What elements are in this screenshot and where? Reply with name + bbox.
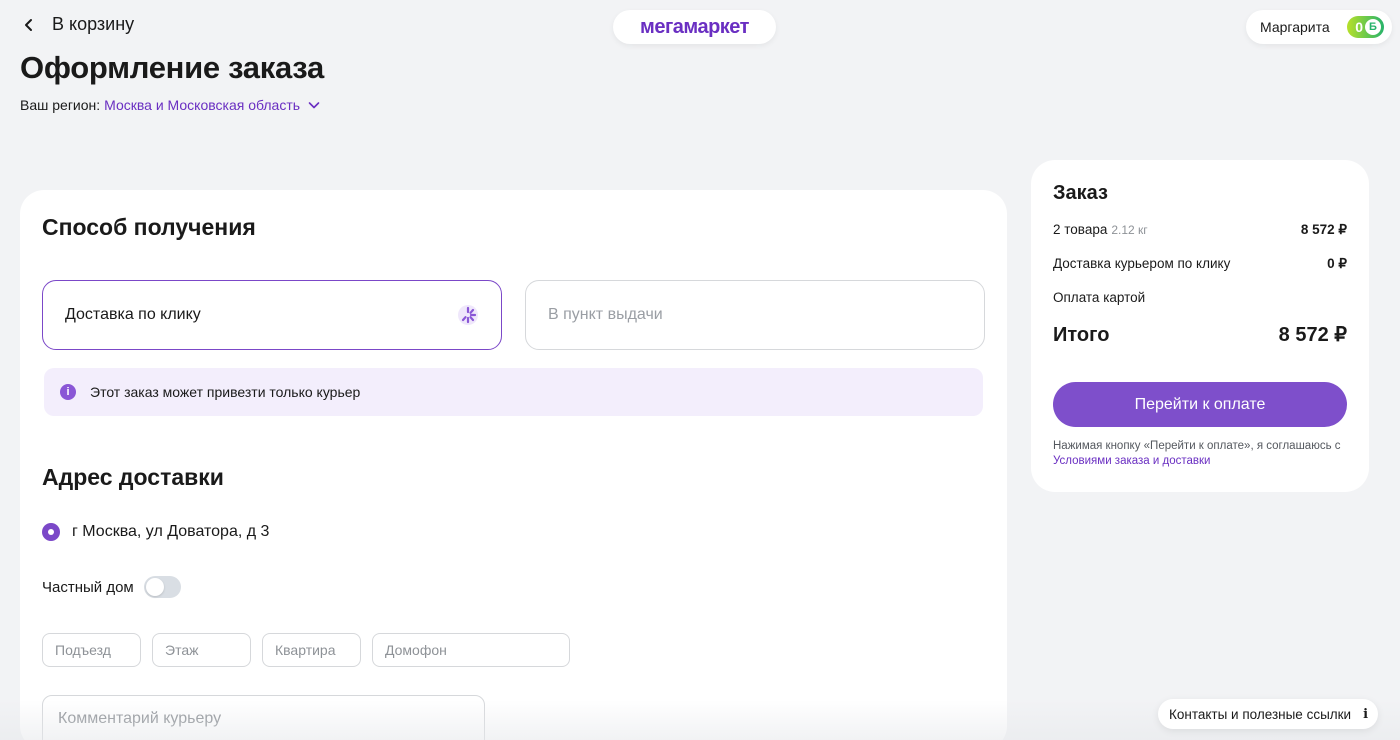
option-label: В пункт выдачи xyxy=(548,306,663,323)
go-to-payment-button[interactable]: Перейти к оплате xyxy=(1053,382,1347,427)
delivery-address-title: Адрес доставки xyxy=(42,464,224,490)
entrance-field[interactable] xyxy=(42,633,141,667)
total-label: Итого xyxy=(1053,324,1110,346)
logo[interactable]: мегамаркет xyxy=(613,10,776,44)
region-dropdown[interactable]: Москва и Московская область xyxy=(104,97,320,113)
user-name: Маргарита xyxy=(1260,19,1330,35)
loading-spinner-icon xyxy=(458,305,478,325)
private-house-row: Частный дом xyxy=(42,576,181,598)
items-label-group: 2 товара 2.12 кг xyxy=(1053,222,1148,237)
delivery-method-title: Способ получения xyxy=(42,214,256,240)
bonus-badge: 0 Б xyxy=(1347,16,1384,38)
region-value: Москва и Московская область xyxy=(104,97,301,113)
delivery-by-click-option[interactable]: Доставка по клику xyxy=(42,280,502,350)
info-icon: i xyxy=(1363,706,1369,722)
floor-field[interactable] xyxy=(152,633,251,667)
page-title: Оформление заказа xyxy=(20,50,324,85)
items-price: 8 572 ₽ xyxy=(1300,222,1347,237)
contacts-label: Контакты и полезные ссылки xyxy=(1169,706,1352,722)
radio-selected-icon xyxy=(42,523,60,541)
delivery-price: 0 ₽ xyxy=(1327,256,1347,271)
courier-comment-field[interactable] xyxy=(42,695,485,740)
user-menu[interactable]: Маргарита 0 Б xyxy=(1246,10,1392,44)
address-text: г Москва, ул Доватора, д 3 xyxy=(72,523,270,540)
delivery-label: Доставка курьером по клику xyxy=(1053,256,1231,271)
saved-address-radio[interactable]: г Москва, ул Доватора, д 3 xyxy=(42,523,269,541)
region-label: Ваш регион: xyxy=(20,97,101,113)
total-row: Итого 8 572 ₽ xyxy=(1053,322,1347,347)
order-summary-card: Заказ 2 товара 2.12 кг 8 572 ₽ Доставка к… xyxy=(1031,160,1369,492)
chevron-left-icon xyxy=(25,18,32,31)
apartment-field[interactable] xyxy=(262,633,361,667)
terms-note: Нажимая кнопку «Перейти к оплате», я сог… xyxy=(1053,439,1353,469)
total-value: 8 572 ₽ xyxy=(1278,324,1347,346)
bonus-coin-icon: Б xyxy=(1365,19,1381,35)
items-weight: 2.12 кг xyxy=(1111,223,1148,237)
terms-link[interactable]: Условиями заказа и доставки xyxy=(1053,455,1210,467)
items-label: 2 товара xyxy=(1053,222,1108,237)
private-house-label: Частный дом xyxy=(42,578,134,596)
private-house-toggle[interactable] xyxy=(143,576,181,598)
region-selector: Ваш регион: Москва и Московская область xyxy=(20,97,320,113)
items-row: 2 товара 2.12 кг 8 572 ₽ xyxy=(1053,222,1347,238)
summary-title: Заказ xyxy=(1053,182,1108,204)
option-label: Доставка по клику xyxy=(65,306,201,323)
checkout-form-card: Способ получения Доставка по клику В пун… xyxy=(20,190,1007,740)
pickup-point-option[interactable]: В пункт выдачи xyxy=(525,280,985,350)
notice-text: Этот заказ может привезти только курьер xyxy=(90,384,361,400)
contacts-links-button[interactable]: Контакты и полезные ссылки i xyxy=(1158,699,1379,729)
terms-text: Нажимая кнопку «Перейти к оплате», я сог… xyxy=(1053,440,1341,452)
payment-row: Оплата картой xyxy=(1053,290,1347,305)
back-to-cart-link[interactable]: В корзину xyxy=(22,14,134,35)
courier-only-notice: i Этот заказ может привезти только курье… xyxy=(44,368,983,416)
bonus-count: 0 xyxy=(1355,19,1363,35)
info-icon: i xyxy=(60,384,76,400)
payment-label: Оплата картой xyxy=(1053,290,1146,305)
chevron-down-icon xyxy=(308,102,320,109)
back-label: В корзину xyxy=(52,14,135,34)
delivery-row: Доставка курьером по клику 0 ₽ xyxy=(1053,256,1347,272)
intercom-field[interactable] xyxy=(372,633,570,667)
